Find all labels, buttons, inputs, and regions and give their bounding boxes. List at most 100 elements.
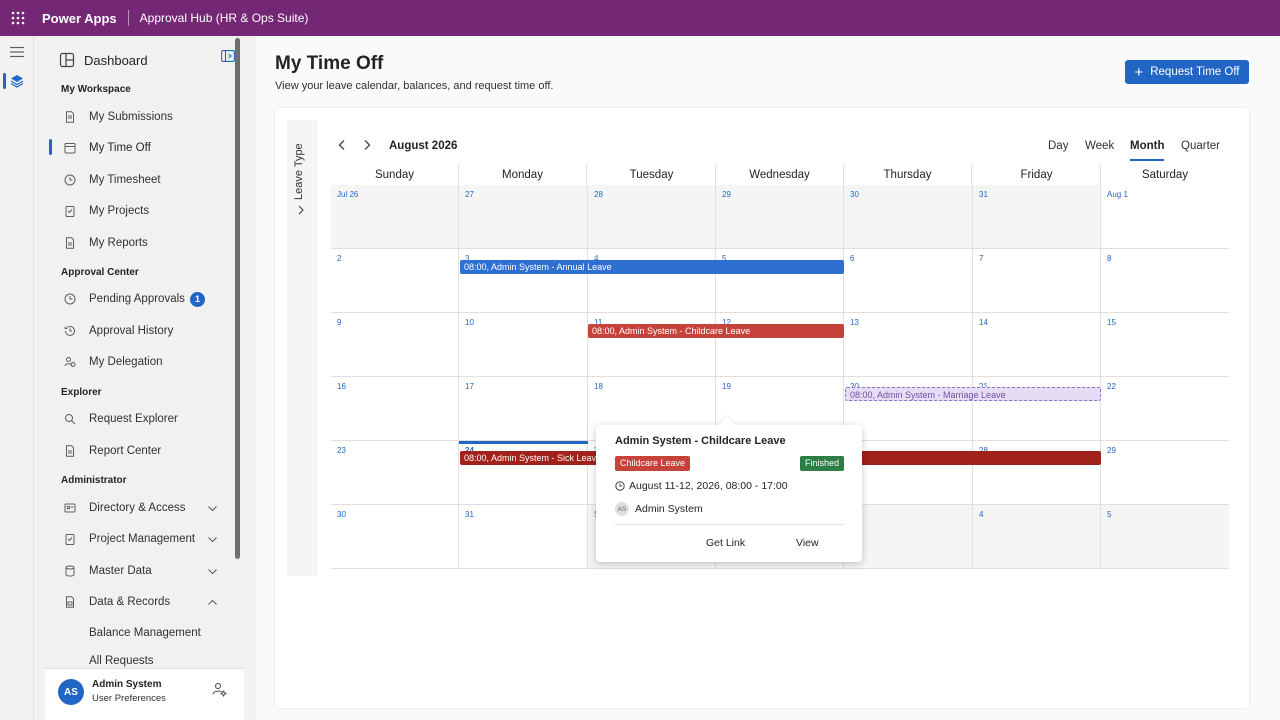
day-number: 8 — [1107, 254, 1112, 263]
calendar-day-cell[interactable]: 10 — [459, 313, 588, 377]
sidebar-item-my-time-off[interactable]: My Time Off — [45, 133, 233, 163]
calendar-day-cell[interactable]: 6 — [844, 249, 973, 313]
title-separator — [127, 10, 129, 26]
popup-owner-name: Admin System — [635, 503, 703, 515]
chevron-right-icon[interactable] — [361, 139, 373, 151]
calendar-day-cell[interactable]: 30 — [844, 185, 973, 249]
calendar-day-cell[interactable]: 12 — [716, 313, 844, 377]
popup-owner: AS Admin System — [615, 502, 703, 516]
calendar-day-cell[interactable]: 2 — [331, 249, 459, 313]
calendar-day-cell[interactable]: 22 — [1101, 377, 1229, 441]
event-details-popup: Admin System - Childcare Leave Childcare… — [596, 416, 862, 562]
day-number: 16 — [337, 382, 346, 391]
calendar-day-cell[interactable]: 30 — [331, 505, 459, 569]
view-month-tab[interactable]: Month — [1130, 140, 1164, 152]
calendar-day-cell[interactable]: 16 — [331, 377, 459, 441]
sidebar-item-my-projects[interactable]: My Projects — [45, 196, 233, 226]
day-number: 6 — [850, 254, 855, 263]
sidebar-item-my-reports[interactable]: My Reports — [45, 228, 233, 258]
app-layers-icon[interactable] — [10, 74, 24, 88]
sidebar-item-data-records[interactable]: Data & Records — [45, 587, 233, 617]
sidebar-item-my-delegation[interactable]: My Delegation — [45, 347, 233, 377]
chevron-right-icon[interactable] — [296, 205, 306, 215]
calendar-day-cell[interactable]: 15 — [1101, 313, 1229, 377]
sidebar-item-balance-management[interactable]: Balance Management — [45, 618, 233, 648]
sidebar-item-pending-approvals[interactable]: Pending Approvals 1 — [45, 284, 233, 314]
view-quarter-tab[interactable]: Quarter — [1181, 140, 1220, 152]
calendar-day-cell[interactable]: Aug 1 — [1101, 185, 1229, 249]
people-icon — [64, 357, 76, 367]
day-number: 5 — [1107, 510, 1112, 519]
calendar-day-cell[interactable]: 3 — [459, 249, 588, 313]
calendar-day-cell[interactable]: 31 — [973, 185, 1101, 249]
user-profile[interactable]: AS Admin System User Preferences — [45, 668, 244, 720]
calendar-day-cell[interactable]: 28 — [588, 185, 716, 249]
calendar-day-cell[interactable]: 8 — [1101, 249, 1229, 313]
avatar: AS — [58, 679, 84, 705]
sidebar-item-label: Approval History — [89, 325, 174, 337]
calendar-day-cell[interactable]: 29 — [1101, 441, 1229, 505]
page-subtitle: View your leave calendar, balances, and … — [275, 80, 554, 92]
sidebar-item-master-data[interactable]: Master Data — [45, 556, 233, 586]
calendar-day-cell[interactable]: 13 — [844, 313, 973, 377]
directory-icon — [64, 503, 76, 513]
sidebar-item-approval-history[interactable]: Approval History — [45, 316, 233, 346]
day-number: 9 — [337, 318, 342, 327]
calendar-day-cell[interactable]: 31 — [459, 505, 588, 569]
sidebar-item-label: Request Explorer — [89, 413, 178, 425]
leave-type-panel[interactable]: Leave Type — [287, 120, 318, 576]
request-time-off-button[interactable]: + Request Time Off — [1125, 60, 1249, 84]
day-number: 13 — [850, 318, 859, 327]
calendar-day-cell[interactable]: 7 — [973, 249, 1101, 313]
calendar-day-cell[interactable]: 9 — [331, 313, 459, 377]
event-annual-leave[interactable]: 08:00, Admin System - Annual Leave — [460, 260, 844, 274]
sidebar-item-label: My Projects — [89, 205, 150, 217]
calendar-day-cell[interactable]: 5 — [716, 249, 844, 313]
sidebar-scrollbar[interactable] — [235, 38, 240, 559]
chevron-left-icon[interactable] — [336, 139, 348, 151]
calendar-day-cell[interactable]: 5 — [1101, 505, 1229, 569]
popup-time-text: August 11-12, 2026, 08:00 - 17:00 — [629, 480, 788, 492]
calendar-day-cell[interactable]: 11 — [588, 313, 716, 377]
calendar-day-cell[interactable]: 17 — [459, 377, 588, 441]
view-day-tab[interactable]: Day — [1048, 140, 1068, 152]
calendar-day-cell[interactable]: 29 — [716, 185, 844, 249]
section-administrator: Administrator — [61, 475, 127, 486]
sidebar-item-my-submissions[interactable]: My Submissions — [45, 102, 233, 132]
section-approval-center: Approval Center — [61, 267, 139, 278]
chevron-down-icon[interactable] — [207, 566, 218, 577]
app-name[interactable]: Power Apps — [42, 11, 117, 26]
day-number: 15 — [1107, 318, 1116, 327]
view-week-tab[interactable]: Week — [1085, 140, 1114, 152]
status-badge: Finished — [800, 456, 845, 471]
event-childcare-leave[interactable]: 08:00, Admin System - Childcare Leave — [588, 324, 844, 338]
weekday-label: Wednesday — [716, 165, 844, 185]
sidebar-item-project-management[interactable]: Project Management — [45, 524, 233, 554]
calendar-day-cell[interactable]: 27 — [459, 185, 588, 249]
collapse-panel-icon[interactable] — [221, 50, 235, 62]
chevron-up-icon[interactable] — [207, 597, 218, 608]
calendar-day-cell[interactable]: 23 — [331, 441, 459, 505]
app-launcher-icon[interactable] — [0, 0, 36, 36]
calendar-day-cell[interactable]: Jul 26 — [331, 185, 459, 249]
user-preferences-link[interactable]: User Preferences — [92, 693, 166, 704]
calendar-day-cell[interactable]: 14 — [973, 313, 1101, 377]
person-settings-icon[interactable] — [212, 682, 227, 697]
calendar-day-cell[interactable]: 4 — [588, 249, 716, 313]
get-link-button[interactable]: Get Link — [706, 537, 745, 549]
chevron-down-icon[interactable] — [207, 503, 218, 514]
sidebar-dashboard[interactable]: Dashboard — [59, 52, 148, 68]
calendar-day-cell[interactable]: 4 — [973, 505, 1101, 569]
popup-time: August 11-12, 2026, 08:00 - 17:00 — [615, 480, 788, 492]
sidebar-item-request-explorer[interactable]: Request Explorer — [45, 404, 233, 434]
day-number: 31 — [465, 510, 474, 519]
chevron-down-icon[interactable] — [207, 534, 218, 545]
calendar-day-cell[interactable]: 3 — [844, 505, 973, 569]
sidebar-item-report-center[interactable]: Report Center — [45, 436, 233, 466]
sidebar-item-directory-access[interactable]: Directory & Access — [45, 493, 233, 523]
sidebar-item-my-timesheet[interactable]: My Timesheet — [45, 165, 233, 195]
hamburger-menu-icon[interactable] — [10, 46, 24, 58]
event-marriage-leave[interactable]: 08:00, Admin System - Marriage Leave — [845, 387, 1101, 401]
history-icon — [64, 325, 75, 336]
view-button[interactable]: View — [796, 537, 819, 549]
